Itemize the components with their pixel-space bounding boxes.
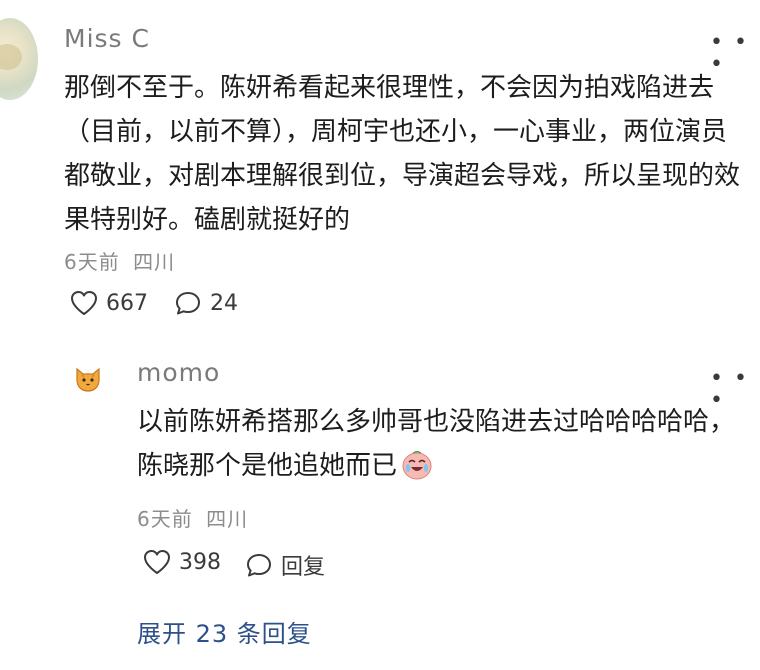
crying-laughing-face-icon xyxy=(401,450,433,494)
reply-avatar[interactable] xyxy=(70,361,106,397)
heart-icon xyxy=(71,291,97,315)
reply-like-count: 398 xyxy=(179,549,221,575)
reply-label: 回复 xyxy=(281,555,326,580)
reply-location: 四川 xyxy=(206,507,249,531)
comment-username[interactable]: Miss C xyxy=(64,24,150,53)
expand-replies-link[interactable]: 展开 23 条回复 xyxy=(137,614,312,649)
heart-icon xyxy=(144,550,170,574)
reply-like-button[interactable]: 398 xyxy=(143,549,221,575)
reply-count: 24 xyxy=(210,290,238,316)
reply-text: 以前陈妍希搭那么多帅哥也没陷进去过哈哈哈哈哈，陈晓那个是他追她而已 xyxy=(137,407,736,481)
reply-meta: 6天前 四川 xyxy=(137,503,248,532)
comment-time: 6天前 xyxy=(64,250,120,274)
comment-meta: 6天前 四川 xyxy=(64,246,175,275)
reply-count-button[interactable]: 24 xyxy=(174,290,238,316)
reply-username[interactable]: momo xyxy=(137,358,220,387)
comment-text: 那倒不至于。陈妍希看起来很理性，不会因为拍戏陷进去（目前，以前不算），周柯宇也还… xyxy=(64,73,741,235)
comment-bubble-icon xyxy=(176,292,200,315)
reply-time: 6天前 xyxy=(137,507,193,531)
cat-face-icon xyxy=(76,367,100,392)
like-count: 667 xyxy=(106,290,148,316)
reply-button[interactable]: 回复 xyxy=(245,549,325,581)
like-button[interactable]: 667 xyxy=(70,290,148,316)
comment-bubble-icon xyxy=(247,554,271,577)
avatar[interactable] xyxy=(0,18,38,100)
reply-text-container: 以前陈妍希搭那么多帅哥也没陷进去过哈哈哈哈哈，陈晓那个是他追她而已 xyxy=(137,400,737,494)
comment-location: 四川 xyxy=(133,250,176,274)
